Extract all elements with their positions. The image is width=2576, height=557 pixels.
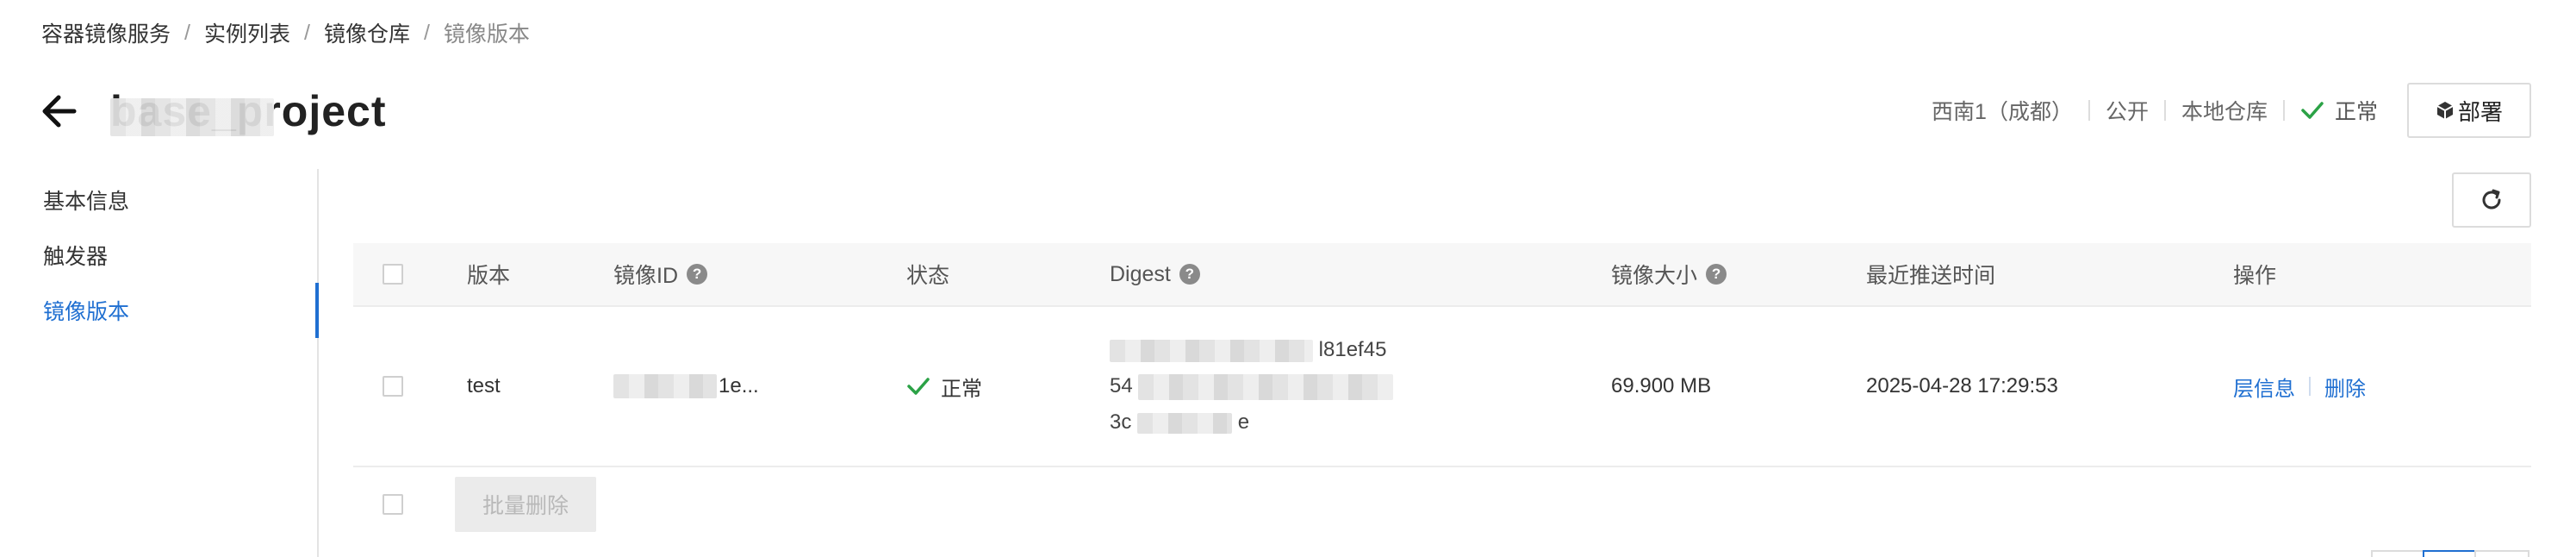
check-icon (907, 378, 930, 395)
breadcrumb-separator: / (184, 20, 190, 45)
page-title: base_project (110, 86, 386, 136)
repo-status: 正常 (2300, 95, 2378, 126)
digest-line: l81ef45 (1110, 332, 1386, 368)
sidebar-item-image-versions[interactable]: 镜像版本 (0, 283, 319, 338)
row-checkbox[interactable] (383, 376, 403, 397)
breadcrumb-separator: / (303, 20, 310, 45)
cell-status: 正常 (906, 307, 982, 466)
digest-line-text: e (1237, 410, 1250, 434)
digest-line: 3c e (1110, 404, 1249, 441)
help-icon[interactable]: ? (687, 264, 708, 285)
column-header-image-id-text: 镜像ID (613, 264, 679, 288)
digest-line: 54 (1110, 368, 1394, 404)
title-redaction (110, 98, 274, 136)
digest-redaction (1137, 412, 1233, 434)
refresh-icon (2482, 189, 2501, 210)
column-header-digest-text: Digest (1110, 261, 1171, 286)
meta-divider (2282, 100, 2285, 121)
delete-link[interactable]: 删除 (2324, 372, 2366, 402)
column-header-ops: 操作 (2233, 264, 2277, 288)
repo-meta: 西南1（成都） 公开 本地仓库 正常 (1932, 93, 2378, 128)
sidebar-item-label: 镜像版本 (43, 300, 130, 324)
batch-select-checkbox[interactable] (383, 494, 403, 515)
breadcrumb-separator: / (423, 20, 430, 45)
image-id-redaction (613, 374, 717, 398)
cell-status-text: 正常 (941, 377, 982, 401)
help-icon[interactable]: ? (1179, 264, 1200, 285)
repo-status-text: 正常 (2334, 100, 2378, 124)
digest-line-text: 3c (1110, 410, 1132, 434)
pagination-next-button[interactable] (2474, 550, 2529, 557)
region-label: 西南1（成都） (1932, 100, 2073, 124)
table-header: 版本 镜像ID ? 状态 Digest ? 镜像大小 ? 最近推送时间 操作 (353, 243, 2531, 307)
deploy-label: 部署 (2457, 98, 2503, 125)
batch-actions: 批量删除 (353, 474, 596, 535)
cell-version: test (467, 374, 501, 397)
breadcrumb-item-instances[interactable]: 实例列表 (204, 17, 290, 48)
sidebar-item-triggers[interactable]: 触发器 (0, 228, 319, 283)
digest-redaction (1138, 373, 1394, 400)
breadcrumb-item-repositories[interactable]: 镜像仓库 (324, 17, 410, 48)
pagination-page-button[interactable] (2423, 550, 2476, 557)
header-checkbox-cell (383, 243, 403, 305)
layer-info-link[interactable]: 层信息 (2233, 372, 2295, 402)
pagination-prev-button[interactable] (2371, 550, 2426, 557)
side-nav: 基本信息 触发器 镜像版本 (0, 172, 319, 338)
column-header-status: 状态 (906, 264, 950, 288)
meta-divider (2088, 100, 2090, 121)
cell-image-id: 1e... (613, 307, 759, 466)
refresh-button[interactable] (2452, 172, 2531, 228)
select-all-checkbox[interactable] (383, 264, 403, 285)
row-checkbox-cell (383, 307, 403, 466)
cell-image-id-text: 1e... (719, 374, 759, 397)
visibility-label: 公开 (2105, 100, 2149, 124)
column-header-image-id: 镜像ID ? (613, 243, 708, 305)
title-row: base_project (38, 81, 386, 141)
cube-icon (2436, 102, 2454, 119)
breadcrumb: 容器镜像服务 / 实例列表 / 镜像仓库 / 镜像版本 (41, 17, 530, 48)
sidebar-active-indicator (315, 283, 319, 338)
help-icon[interactable]: ? (1706, 264, 1727, 285)
sidebar-item-label: 基本信息 (43, 190, 130, 214)
deploy-button[interactable]: 部署 (2407, 83, 2531, 138)
sidebar-item-label: 触发器 (43, 245, 109, 269)
cell-ops: 层信息 删除 (2233, 307, 2366, 466)
arrow-left-icon[interactable] (38, 91, 79, 132)
digest-line-text: 54 (1110, 374, 1133, 397)
digest-line-text: l81ef45 (1318, 338, 1387, 361)
op-divider (2309, 377, 2311, 396)
sidebar-item-basic-info[interactable]: 基本信息 (0, 172, 319, 228)
meta-divider (2163, 100, 2166, 121)
column-header-version: 版本 (467, 264, 511, 288)
check-icon (2301, 102, 2324, 119)
column-header-digest: Digest ? (1110, 243, 1200, 305)
column-header-size: 镜像大小 ? (1611, 243, 1727, 305)
breadcrumb-item-service[interactable]: 容器镜像服务 (41, 17, 171, 48)
breadcrumb-item-current: 镜像版本 (443, 22, 530, 47)
column-header-last-push: 最近推送时间 (1866, 264, 1996, 288)
cell-digest: l81ef45 54 3c e (1110, 307, 1394, 466)
column-header-size-text: 镜像大小 (1611, 264, 1698, 288)
digest-redaction (1110, 339, 1313, 362)
batch-delete-button[interactable]: 批量删除 (455, 477, 596, 532)
table-row: test 1e... 正常 l81ef45 54 3c e 69.900 MB … (353, 307, 2531, 467)
repo-type-label: 本地仓库 (2181, 100, 2268, 124)
image-version-table: 版本 镜像ID ? 状态 Digest ? 镜像大小 ? 最近推送时间 操作 t… (353, 243, 2531, 467)
cell-last-push: 2025-04-28 17:29:53 (1866, 374, 2058, 397)
cell-size: 69.900 MB (1611, 374, 1712, 397)
sidebar-divider (317, 169, 319, 557)
